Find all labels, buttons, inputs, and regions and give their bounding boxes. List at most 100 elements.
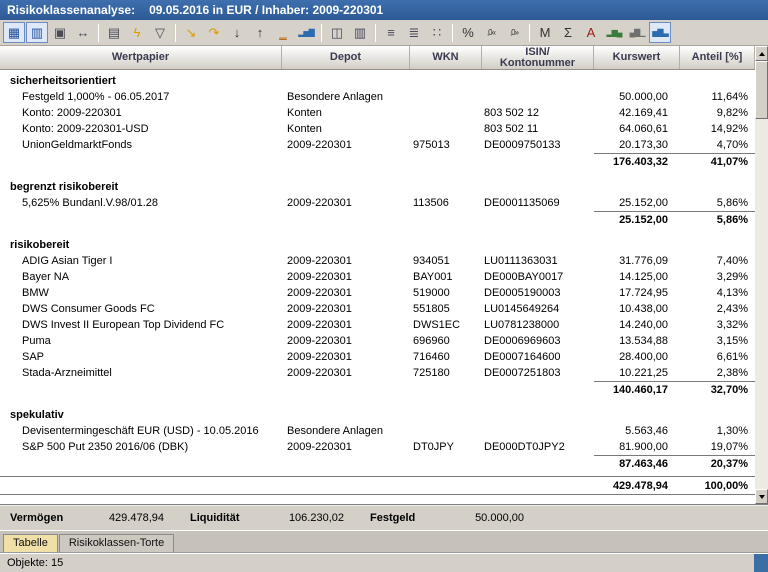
table-row[interactable]: BMW2009-220301519000DE000519000317.724,9… [0,285,755,301]
cell-depot: Konten [282,121,410,137]
tab-risikoklassen-torte[interactable]: Risikoklassen-Torte [59,534,174,552]
cell-depot: 2009-220301 [282,365,410,381]
table-row[interactable]: ADIG Asian Tiger I2009-220301934051LU011… [0,253,755,269]
scrollbar-up-button[interactable] [755,46,768,61]
cell-anteil: 1,30% [680,423,755,439]
cell-wkn: 934051 [410,253,482,269]
underline-icon[interactable]: ‗ [272,22,294,43]
column-header-kurswert[interactable]: Kurswert [594,46,680,69]
table-row[interactable]: DWS Consumer Goods FC2009-220301551805LU… [0,301,755,317]
subtotal-row: 176.403,3241,07% [0,153,755,170]
group-header-row[interactable]: begrenzt risikobereit [0,179,755,195]
cell-kurswert: 64.060,61 [594,121,680,137]
cell-wkn: 519000 [410,285,482,301]
grid-icon[interactable]: ▤ [103,22,125,43]
cell-anteil: 3,29% [680,269,755,285]
column-header-label: WKN [432,52,458,63]
table-view-icon[interactable]: ▦ [3,22,25,43]
app-window: Risikoklassenanalyse: 09.05.2016 in EUR … [0,0,768,572]
scrollbar-track[interactable] [755,119,768,489]
percent-icon[interactable]: % [457,22,479,43]
group-name: spekulativ [0,407,755,423]
table-row[interactable]: 5,625% Bundanl.V.98/01.282009-2203011135… [0,195,755,211]
cell-depot: 2009-220301 [282,253,410,269]
sort-ascending-icon[interactable]: ↑ [249,22,271,43]
list-icon[interactable]: ∷ [426,22,448,43]
summary-bar: Vermögen 429.478,94 Liquidität 106.230,0… [0,504,768,530]
table-row[interactable]: DWS Invest II European Top Dividend FC20… [0,317,755,333]
group-header-row[interactable]: sicherheitsorientiert [0,73,755,89]
column-header-label: ISIN/ [525,47,549,58]
cell-wertpapier: 5,625% Bundanl.V.98/01.28 [0,195,282,211]
bar-chart-icon[interactable]: ▂▆▄ [603,22,625,43]
expand-window-icon[interactable]: ↔ [72,22,94,43]
chart-highlight-icon[interactable]: ▅▇▃ [649,22,671,43]
table-row[interactable]: Puma2009-220301696960DE000696960313.534,… [0,333,755,349]
columns-left-icon[interactable]: ◫ [326,22,348,43]
copy-window-icon[interactable]: ▣ [49,22,71,43]
export-arrow-icon[interactable]: ↘ [180,22,202,43]
cell-wertpapier: Festgeld 1,000% - 06.05.2017 [0,89,282,105]
cell-isin [482,423,594,439]
filter-icon[interactable]: ▽ [149,22,171,43]
table-row[interactable]: SAP2009-220301716460DE000716460028.400,0… [0,349,755,365]
scrollbar-down-button[interactable] [755,489,768,504]
cell-kurswert: 5.563,46 [594,423,680,439]
toolbar-separator [529,24,530,42]
table-row[interactable]: Devisentermingeschäft EUR (USD) - 10.05.… [0,423,755,439]
group-spacer [0,398,755,407]
subtotal-row: 87.463,4620,37% [0,455,755,472]
cell-depot: 2009-220301 [282,269,410,285]
align-justify-icon[interactable]: ≣ [403,22,425,43]
vertical-scrollbar[interactable] [755,46,768,504]
table-row[interactable]: UnionGeldmarktFonds2009-220301975013DE00… [0,137,755,153]
histogram-icon[interactable]: ▂▅▇ [295,22,317,43]
column-header-wertpapier[interactable]: Wertpapier [0,46,282,69]
table-row[interactable]: Stada-Arzneimittel2009-220301725180DE000… [0,365,755,381]
cell-kurswert: 28.400,00 [594,349,680,365]
cell-anteil: 2,43% [680,301,755,317]
subtotal-anteil: 41,07% [680,153,755,170]
column-header-wkn[interactable]: WKN [410,46,482,69]
cell-anteil: 19,07% [680,439,755,455]
tab-tabelle[interactable]: Tabelle [3,534,58,552]
cell-wkn: 551805 [410,301,482,317]
table-row[interactable]: S&P 500 Put 2350 2016/06 (DBK)2009-22030… [0,439,755,455]
toolbar-separator [452,24,453,42]
table-row[interactable]: Festgeld 1,000% - 06.05.2017Besondere An… [0,89,755,105]
cell-depot: Besondere Anlagen [282,423,410,439]
scrollbar-thumb[interactable] [755,61,768,119]
group-header-row[interactable]: spekulativ [0,407,755,423]
decimal-increase-icon[interactable]: ,0» [503,22,525,43]
font-icon[interactable]: A [580,22,602,43]
chart-view-icon[interactable]: ▥ [26,22,48,43]
cell-isin: DE0007164600 [482,349,594,365]
decimal-decrease-icon[interactable]: ,0« [480,22,502,43]
window-title-context: 09.05.2016 in EUR / Inhaber: 2009-220301 [149,3,383,17]
column-header-anteil[interactable]: Anteil [%] [680,46,755,69]
column-header-depot[interactable]: Depot [282,46,410,69]
tab-label: Tabelle [13,537,48,549]
lightning-update-icon[interactable]: ϟ [126,22,148,43]
sigma-sum-icon[interactable]: Σ [557,22,579,43]
rotate-arrow-icon[interactable]: ↷ [203,22,225,43]
column-header-isin-kontonummer[interactable]: ISIN/ Kontonummer [482,46,594,69]
cell-wertpapier: BMW [0,285,282,301]
table-row[interactable]: Konto: 2009-220301-USDKonten803 502 1164… [0,121,755,137]
maximum-icon[interactable]: M [534,22,556,43]
columns-right-icon[interactable]: ▥ [349,22,371,43]
cell-empty [0,455,594,472]
toolbar-separator [375,24,376,42]
combo-chart-icon[interactable]: ▄▇▁ [626,22,648,43]
table-row[interactable]: Bayer NA2009-220301BAY001DE000BAY001714.… [0,269,755,285]
cell-kurswert: 50.000,00 [594,89,680,105]
subtotal-kurswert: 87.463,46 [594,455,680,472]
align-left-icon[interactable]: ≡ [380,22,402,43]
object-count: Objekte: 15 [7,557,63,569]
table-row[interactable]: Konto: 2009-220301Konten803 502 1242.169… [0,105,755,121]
group-header-row[interactable]: risikobereit [0,237,755,253]
cell-kurswert: 31.776,09 [594,253,680,269]
sort-descending-icon[interactable]: ↓ [226,22,248,43]
cell-depot: 2009-220301 [282,349,410,365]
cell-wkn: 696960 [410,333,482,349]
